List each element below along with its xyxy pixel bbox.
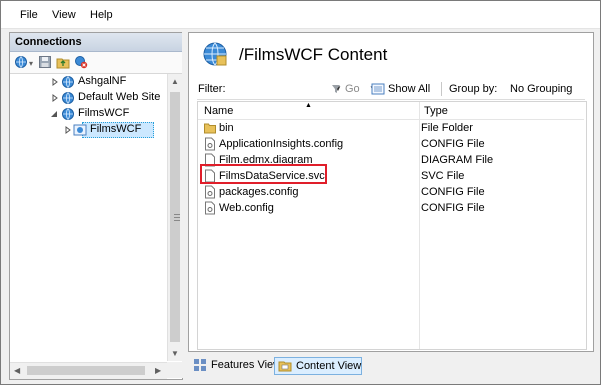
menu-help[interactable]: Help <box>90 9 113 21</box>
iis-manager-window: File View Help Connections ▾ AshgalNF De… <box>0 0 601 385</box>
menu-bar: File View Help <box>1 1 600 29</box>
filter-label: Filter: <box>198 83 226 95</box>
toolbar-separator <box>441 82 442 96</box>
application-icon <box>73 123 87 137</box>
content-table: ▲ Name Type bin File Folder ApplicationI… <box>197 101 587 350</box>
table-row[interactable]: bin File Folder <box>198 120 584 136</box>
site-globe-icon <box>61 75 75 89</box>
features-view-label: Features View <box>211 359 282 371</box>
menu-file[interactable]: File <box>20 9 38 21</box>
connect-dropdown-icon[interactable]: ▾ <box>29 59 33 69</box>
tree-item-ashgalnf[interactable]: AshgalNF <box>10 74 167 90</box>
row-name: ApplicationInsights.config <box>219 138 344 150</box>
tree-item-filmswcf-app[interactable]: FilmsWCF <box>10 122 167 138</box>
row-type: SVC File <box>421 170 465 182</box>
tree-item-label: Default Web Site <box>78 91 161 103</box>
save-icon[interactable] <box>38 55 52 69</box>
menu-view[interactable]: View <box>52 9 76 21</box>
collapse-arrow-icon[interactable] <box>50 107 60 121</box>
connections-title: Connections <box>15 36 82 48</box>
connect-globe-icon[interactable] <box>14 55 28 69</box>
config-file-icon <box>204 137 216 151</box>
row-type: File Folder <box>421 122 473 134</box>
disconnect-icon[interactable] <box>74 55 88 69</box>
tree-item-label: AshgalNF <box>78 75 127 87</box>
up-folder-icon[interactable] <box>56 55 70 69</box>
show-all-icon <box>371 83 385 95</box>
scroll-up-icon[interactable]: ▲ <box>171 77 179 87</box>
filter-bar: Filter: ▼ Go ▼ Show All Group by: No Gro… <box>197 79 585 100</box>
group-by-select[interactable]: No Grouping <box>510 83 572 95</box>
page-title: /FilmsWCF Content <box>239 45 388 64</box>
go-filter-icon <box>332 85 340 93</box>
view-switcher: Features View Content View <box>188 356 592 378</box>
column-header-name[interactable]: ▲ Name <box>198 102 419 120</box>
go-label: Go <box>345 83 360 95</box>
row-type: CONFIG File <box>421 186 485 198</box>
expand-arrow-icon[interactable] <box>50 75 60 89</box>
content-view-icon <box>278 359 292 373</box>
connections-header: Connections <box>10 33 182 52</box>
site-globe-icon <box>61 91 75 105</box>
tree-horizontal-scrollbar[interactable]: ◀ ▶ <box>10 362 167 379</box>
content-globe-icon <box>202 41 228 67</box>
tree-vertical-scrollbar[interactable]: ▲ ▼ <box>167 74 182 361</box>
tree-item-label: FilmsWCF <box>78 107 130 119</box>
row-type: DIAGRAM File <box>421 154 494 166</box>
folder-icon <box>204 121 216 135</box>
table-row[interactable]: ApplicationInsights.config CONFIG File <box>198 136 584 152</box>
content-view-label: Content View <box>296 360 362 372</box>
column-type-label: Type <box>424 105 448 117</box>
expand-arrow-icon[interactable] <box>63 123 73 137</box>
show-all-button[interactable]: Show All <box>371 83 431 95</box>
connections-toolbar: ▾ <box>10 52 182 74</box>
features-view-tab[interactable]: Features View <box>190 357 281 375</box>
table-row[interactable]: packages.config CONFIG File <box>198 184 584 200</box>
scroll-thumb[interactable] <box>170 92 180 342</box>
sort-ascending-icon: ▲ <box>305 102 312 109</box>
config-file-icon <box>204 185 216 199</box>
site-globe-icon <box>61 107 75 121</box>
row-name: Web.config <box>219 202 274 214</box>
column-header-type[interactable]: Type <box>420 102 584 120</box>
scroll-right-icon[interactable]: ▶ <box>155 366 161 376</box>
panel-splitter[interactable] <box>182 32 187 378</box>
table-row[interactable]: Web.config CONFIG File <box>198 200 584 216</box>
row-name: packages.config <box>219 186 299 198</box>
tree-item-label: FilmsWCF <box>90 123 142 135</box>
show-all-label: Show All <box>388 83 431 95</box>
row-type: CONFIG File <box>421 138 485 150</box>
expand-arrow-icon[interactable] <box>50 91 60 105</box>
column-name-label: Name <box>204 105 234 117</box>
row-type: CONFIG File <box>421 202 485 214</box>
features-view-icon <box>193 358 207 372</box>
config-file-icon <box>204 201 216 215</box>
go-button[interactable]: Go <box>332 83 360 95</box>
content-view-tab[interactable]: Content View <box>274 357 362 375</box>
tree-item-filmswcf-site[interactable]: FilmsWCF <box>10 106 167 122</box>
highlight-annotation <box>200 164 327 184</box>
content-panel: /FilmsWCF Content Filter: ▼ Go ▼ Show Al… <box>188 32 594 352</box>
filter-input[interactable] <box>225 81 333 95</box>
scroll-thumb[interactable] <box>27 366 145 375</box>
scroll-down-icon[interactable]: ▼ <box>171 349 179 359</box>
scrollbar-corner <box>167 362 182 378</box>
group-by-label: Group by: <box>449 83 498 95</box>
row-name: bin <box>219 122 234 134</box>
tree-item-default-web-site[interactable]: Default Web Site <box>10 90 167 106</box>
scroll-left-icon[interactable]: ◀ <box>14 366 20 376</box>
connections-panel: Connections ▾ AshgalNF Default Web Site … <box>9 32 183 380</box>
